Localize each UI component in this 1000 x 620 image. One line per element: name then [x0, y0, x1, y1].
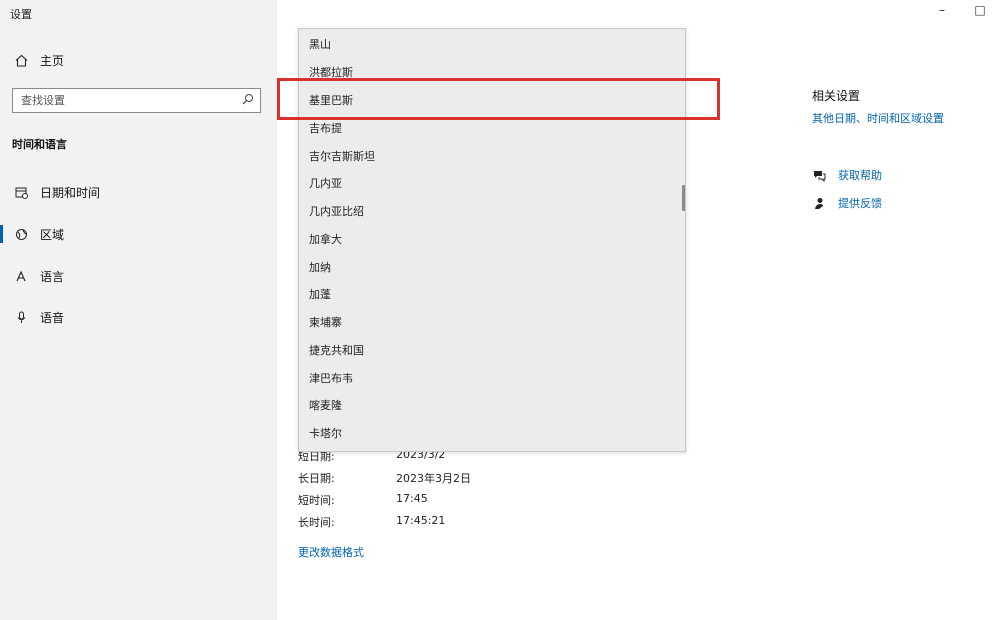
selected-indicator [0, 225, 3, 243]
dropdown-option[interactable]: 喀麦隆 [309, 396, 342, 416]
dropdown-option[interactable]: 吉布提 [309, 119, 342, 139]
window-title: 设置 [10, 8, 32, 21]
dropdown-option[interactable]: 黑山 [309, 35, 331, 55]
sidebar-item-region[interactable]: 区域 [14, 226, 64, 243]
maximize-button[interactable]: □ [970, 3, 990, 17]
sidebar-item-label: 区域 [40, 228, 65, 242]
sidebar-item-home[interactable]: 主页 [14, 52, 64, 69]
dropdown-option[interactable]: 几内亚比绍 [309, 202, 364, 222]
related-settings-title: 相关设置 [812, 89, 861, 103]
sidebar-item-label: 语言 [40, 270, 65, 284]
minimize-button[interactable]: – [932, 3, 952, 17]
search-box[interactable] [12, 88, 261, 113]
short-time-value: 17:45 [396, 492, 428, 505]
dropdown-option[interactable]: 津巴布韦 [309, 369, 353, 389]
dropdown-option[interactable]: 捷克共和国 [309, 341, 364, 361]
long-time-label: 长时间: [298, 516, 335, 529]
sidebar-item-label: 主页 [40, 54, 65, 68]
search-input[interactable] [19, 93, 223, 108]
globe-icon [14, 228, 28, 242]
long-date-value: 2023年3月2日 [396, 472, 471, 485]
long-date-label: 长日期: [298, 472, 335, 485]
dropdown-option[interactable]: 加蓬 [309, 285, 331, 305]
change-format-link[interactable]: 更改数据格式 [298, 544, 364, 560]
give-feedback-label: 提供反馈 [838, 197, 882, 210]
get-help-link[interactable]: 获取帮助 [812, 167, 882, 183]
sidebar-item-label: 语音 [40, 311, 65, 325]
dropdown-option[interactable]: 吉尔吉斯斯坦 [309, 147, 375, 167]
sidebar-item-date-time[interactable]: 日期和时间 [14, 184, 100, 201]
dropdown-option[interactable]: 加纳 [309, 258, 331, 278]
short-time-label: 短时间: [298, 494, 335, 507]
dropdown-option[interactable]: 加拿大 [309, 230, 342, 250]
search-icon[interactable] [242, 93, 254, 108]
dropdown-option[interactable]: 柬埔寨 [309, 313, 342, 333]
sidebar-item-language[interactable]: 语言 [14, 268, 64, 285]
feedback-icon [812, 196, 826, 210]
dropdown-option[interactable]: 卡塔尔 [309, 424, 342, 444]
give-feedback-link[interactable]: 提供反馈 [812, 195, 882, 211]
section-title: 时间和语言 [12, 138, 67, 151]
sidebar-item-label: 日期和时间 [40, 186, 101, 200]
highlight-annotation [277, 78, 720, 120]
dropdown-scrollbar[interactable] [682, 185, 685, 211]
dropdown-option[interactable]: 几内亚 [309, 174, 342, 194]
long-time-value: 17:45:21 [396, 514, 446, 527]
chat-help-icon [812, 168, 826, 182]
home-icon [14, 54, 28, 68]
get-help-label: 获取帮助 [838, 169, 882, 182]
sidebar-item-speech[interactable]: 语音 [14, 309, 64, 326]
settings-sidebar: 设置 主页 时间和语言 日期和时间 区域 语言 语音 [0, 0, 277, 620]
other-region-settings-link[interactable]: 其他日期、时间和区域设置 [812, 110, 944, 126]
microphone-icon [14, 311, 28, 325]
language-icon [14, 270, 28, 284]
calendar-clock-icon [14, 186, 28, 200]
